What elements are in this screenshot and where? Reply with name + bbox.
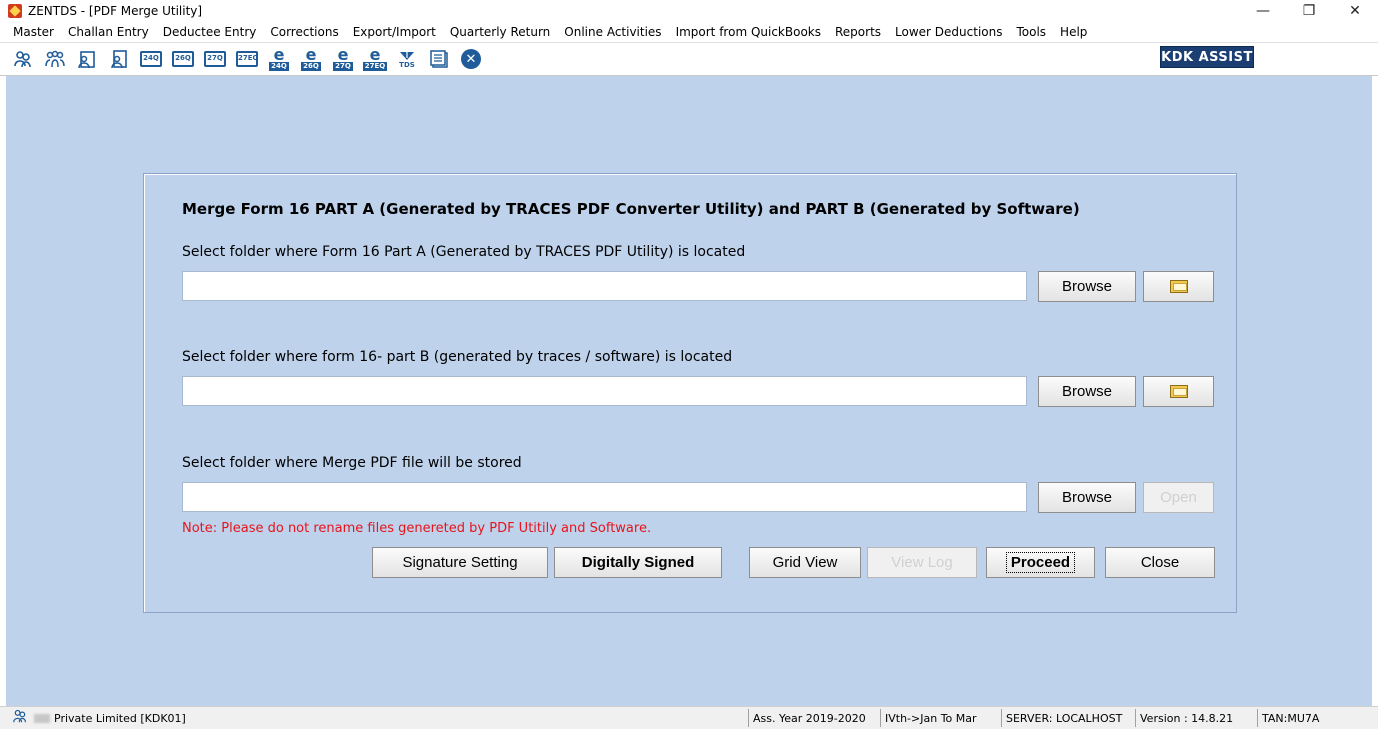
pdf-merge-panel: Merge Form 16 PART A (Generated by TRACE…: [143, 173, 1237, 613]
e-return-26q-icon[interactable]: e 26Q: [298, 46, 324, 72]
menu-lower-deductions[interactable]: Lower Deductions: [888, 25, 1009, 39]
window-title: ZENTDS - [PDF Merge Utility]: [28, 4, 203, 18]
status-server: SERVER: LOCALHOST: [1001, 709, 1135, 727]
close-window-button[interactable]: ✕: [1332, 0, 1378, 22]
menu-help[interactable]: Help: [1053, 25, 1094, 39]
window-controls: — ❐ ✕: [1240, 0, 1378, 22]
grid-view-button[interactable]: Grid View: [749, 547, 861, 578]
menu-challan-entry[interactable]: Challan Entry: [61, 25, 156, 39]
part-a-folder-input[interactable]: [182, 271, 1027, 301]
view-log-button[interactable]: View Log: [867, 547, 977, 578]
status-quarter: IVth->Jan To Mar: [880, 709, 1001, 727]
menu-import-quickbooks[interactable]: Import from QuickBooks: [669, 25, 828, 39]
merge-open-button[interactable]: Open: [1143, 482, 1214, 513]
menu-corrections[interactable]: Corrections: [263, 25, 345, 39]
menu-online-activities[interactable]: Online Activities: [557, 25, 668, 39]
status-ass-year: Ass. Year 2019-2020: [748, 709, 880, 727]
tds-icon[interactable]: TDS: [394, 46, 420, 72]
redacted-text: [34, 713, 50, 723]
form-27q-icon[interactable]: 27Q: [202, 46, 228, 72]
part-b-open-folder-button[interactable]: [1143, 376, 1214, 407]
form-27eq-icon[interactable]: 27EQ: [234, 46, 260, 72]
menu-master[interactable]: Master: [6, 25, 61, 39]
menu-deductee-entry[interactable]: Deductee Entry: [156, 25, 264, 39]
folder-icon: [1169, 385, 1188, 398]
part-b-browse-button[interactable]: Browse: [1038, 376, 1136, 407]
folder-icon: [1169, 280, 1188, 293]
status-tan: TAN:MU7A: [1257, 709, 1372, 727]
pdf-document-icon[interactable]: [426, 46, 452, 72]
e-return-27q-icon[interactable]: e 27Q: [330, 46, 356, 72]
part-a-open-folder-button[interactable]: [1143, 271, 1214, 302]
status-version: Version : 14.8.21: [1135, 709, 1257, 727]
menu-tools[interactable]: Tools: [1009, 25, 1053, 39]
rename-warning-note: Note: Please do not rename files generet…: [182, 521, 652, 536]
menu-export-import[interactable]: Export/Import: [346, 25, 443, 39]
exit-icon[interactable]: ✕: [458, 46, 484, 72]
group-icon[interactable]: [42, 46, 68, 72]
part-a-browse-button[interactable]: Browse: [1038, 271, 1136, 302]
proceed-button-label: Proceed: [1005, 552, 1076, 573]
status-company: Private Limited [KDK01]: [8, 709, 748, 727]
users-icon: [12, 709, 28, 727]
kdk-assist-button[interactable]: KDK ASSIST: [1160, 46, 1254, 68]
status-bar: Private Limited [KDK01] Ass. Year 2019-2…: [0, 706, 1378, 729]
form-24q-icon[interactable]: 24Q: [138, 46, 164, 72]
part-a-label: Select folder where Form 16 Part A (Gene…: [182, 244, 746, 260]
app-logo-icon: [8, 4, 22, 18]
menu-quarterly-return[interactable]: Quarterly Return: [443, 25, 557, 39]
user-document-icon[interactable]: [74, 46, 100, 72]
merge-browse-button[interactable]: Browse: [1038, 482, 1136, 513]
e-return-24q-icon[interactable]: e 24Q: [266, 46, 292, 72]
restore-button[interactable]: ❐: [1286, 0, 1332, 22]
e-return-27eq-icon[interactable]: e 27EQ: [362, 46, 388, 72]
menu-bar: Master Challan Entry Deductee Entry Corr…: [0, 22, 1378, 42]
company-name: Private Limited [KDK01]: [54, 711, 186, 725]
proceed-button[interactable]: Proceed: [986, 547, 1095, 578]
user-form-icon[interactable]: [106, 46, 132, 72]
minimize-button[interactable]: —: [1240, 0, 1286, 22]
panel-heading: Merge Form 16 PART A (Generated by TRACE…: [182, 200, 1080, 218]
digitally-signed-button[interactable]: Digitally Signed: [554, 547, 722, 578]
part-b-label: Select folder where form 16- part B (gen…: [182, 349, 733, 365]
merge-folder-label: Select folder where Merge PDF file will …: [182, 455, 522, 471]
merge-folder-input[interactable]: [182, 482, 1027, 512]
title-bar: ZENTDS - [PDF Merge Utility] — ❐ ✕: [0, 0, 1378, 22]
workspace: Merge Form 16 PART A (Generated by TRACE…: [6, 76, 1372, 706]
users-icon[interactable]: [10, 46, 36, 72]
part-b-folder-input[interactable]: [182, 376, 1027, 406]
toolbar: 24Q 26Q 27Q 27EQ e 24Q e 26Q e 27Q e 27EQ TD…: [0, 42, 1378, 76]
menu-reports[interactable]: Reports: [828, 25, 888, 39]
form-26q-icon[interactable]: 26Q: [170, 46, 196, 72]
signature-setting-button[interactable]: Signature Setting: [372, 547, 548, 578]
close-button[interactable]: Close: [1105, 547, 1215, 578]
